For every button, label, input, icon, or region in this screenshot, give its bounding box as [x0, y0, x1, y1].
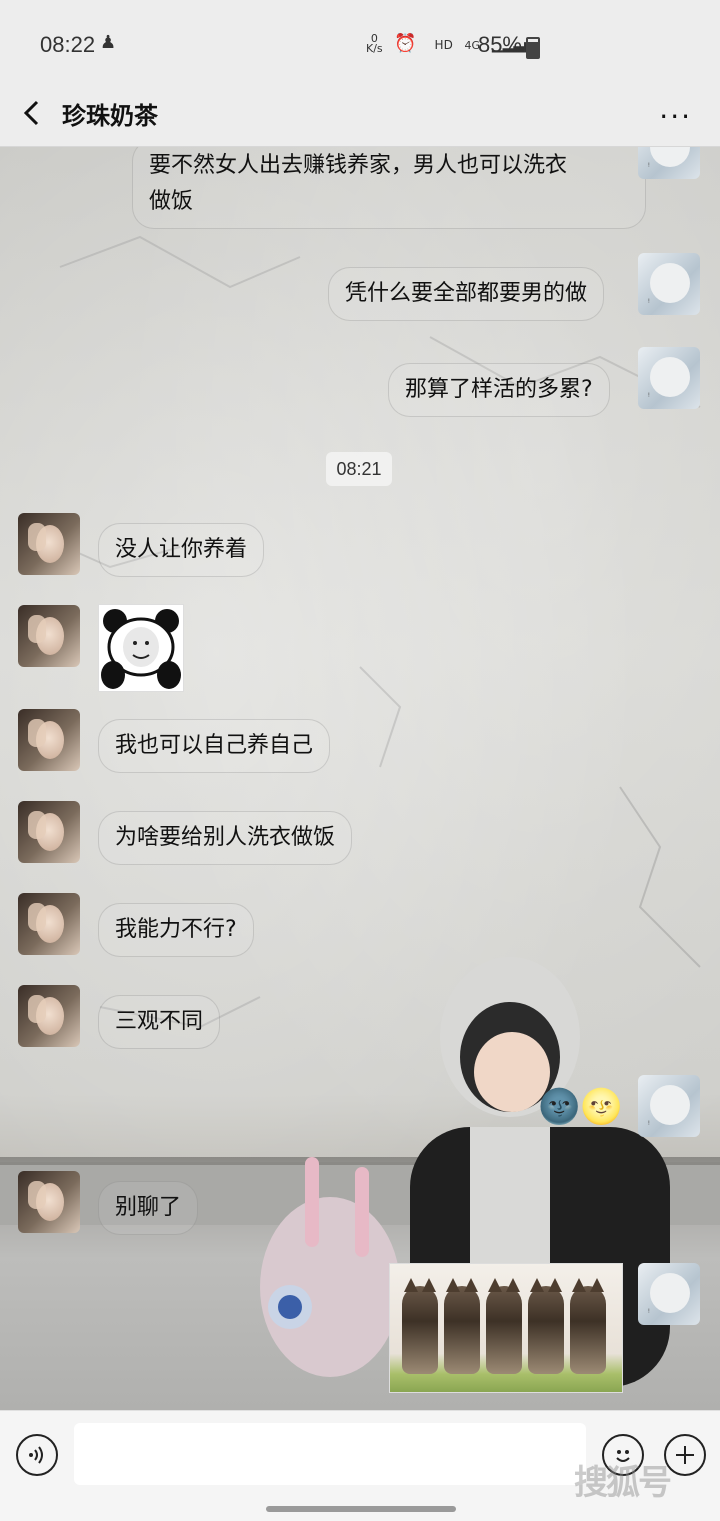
message-text: 要不然女人出去赚钱养家，男人也可以洗衣 做饭 [149, 153, 568, 214]
avatar-contact[interactable] [18, 513, 80, 575]
kitten-image [486, 1278, 522, 1374]
avatar-self[interactable]: ᵎ [638, 1075, 700, 1137]
message-bubble-self[interactable]: 要不然女人出去赚钱养家，男人也可以洗衣 做饭 [132, 147, 646, 229]
voice-button[interactable] [16, 1434, 58, 1476]
message-text: 别聊了 [115, 1195, 182, 1220]
avatar-contact[interactable] [18, 985, 80, 1047]
avatar-contact[interactable] [18, 893, 80, 955]
message-text: 我也可以自己养自己 [115, 733, 314, 758]
message-bubble-contact[interactable]: 为啥要给别人洗衣做饭 [98, 811, 353, 865]
message-text: 那算了样活的多累? [405, 377, 593, 402]
chat-header: 珍珠奶茶 ··· [0, 80, 720, 147]
chat-title: 珍珠奶茶 [62, 102, 158, 130]
panda-sticker-image [101, 609, 181, 689]
avatar-contact[interactable] [18, 1171, 80, 1233]
avatar-self[interactable]: ᵎ [638, 253, 700, 315]
more-options-button[interactable]: ··· [659, 100, 692, 133]
home-indicator[interactable] [266, 1506, 456, 1512]
avatar-contact[interactable] [18, 605, 80, 667]
hd-label: HD [434, 38, 453, 52]
message-text: 为啥要给别人洗衣做饭 [115, 825, 336, 850]
message-bubble-self[interactable]: 那算了样活的多累? [388, 363, 610, 417]
kitten-image [570, 1278, 606, 1374]
network-speed-icon: 0 K/s [366, 32, 383, 55]
panda-face-sticker[interactable] [98, 604, 184, 692]
voice-icon [29, 1446, 43, 1464]
alarm-icon: ⏰ [394, 33, 423, 54]
message-bubble-contact[interactable]: 我也可以自己养自己 [98, 719, 331, 773]
message-bubble-contact[interactable]: 没人让你养着 [98, 523, 265, 577]
message-bubble-self[interactable]: 凭什么要全部都要男的做 [328, 267, 605, 321]
avatar-contact[interactable] [18, 801, 80, 863]
message-bubble-contact[interactable]: 三观不同 [98, 995, 221, 1049]
back-button[interactable] [18, 98, 48, 128]
more-functions-button[interactable] [664, 1434, 706, 1476]
avatar-self[interactable]: ᵎ [638, 147, 700, 179]
message-timestamp: 08:21 [326, 452, 392, 486]
kitten-image [402, 1278, 438, 1374]
kitten-image [444, 1278, 480, 1374]
notification-icon: ♟ [100, 32, 117, 53]
status-bar: 08:22 ♟ 0 K/s ⏰ HD 4G ▁▂▃▅ 85% [0, 0, 720, 80]
chevron-left-icon [23, 100, 39, 126]
emoji-message[interactable]: 🌚🌝 [538, 1087, 623, 1127]
avatar-self[interactable]: ᵎ [638, 1263, 700, 1325]
battery-icon [526, 37, 540, 59]
status-time: 08:22 [40, 32, 96, 57]
kitten-image [528, 1278, 564, 1374]
message-bubble-contact[interactable]: 别聊了 [98, 1181, 199, 1235]
avatar-self[interactable]: ᵎ [638, 347, 700, 409]
message-input[interactable] [74, 1423, 586, 1485]
message-text: 三观不同 [115, 1009, 204, 1034]
message-bubble-contact[interactable]: 我能力不行? [98, 903, 254, 957]
input-bar: 搜狐号 [0, 1410, 720, 1521]
five-kittens-sticker[interactable] [389, 1263, 623, 1393]
watermark: 搜狐号 [574, 1463, 672, 1503]
message-text: 我能力不行? [115, 917, 237, 942]
message-text: 没人让你养着 [115, 537, 248, 562]
message-text: 凭什么要全部都要男的做 [345, 281, 588, 306]
plus-icon [676, 1446, 694, 1464]
avatar-contact[interactable] [18, 709, 80, 771]
battery-percent: 85% [477, 32, 522, 57]
chat-area[interactable]: 要不然女人出去赚钱养家，男人也可以洗衣 做饭 ᵎ 凭什么要全部都要男的做 ᵎ 那… [0, 147, 720, 1410]
